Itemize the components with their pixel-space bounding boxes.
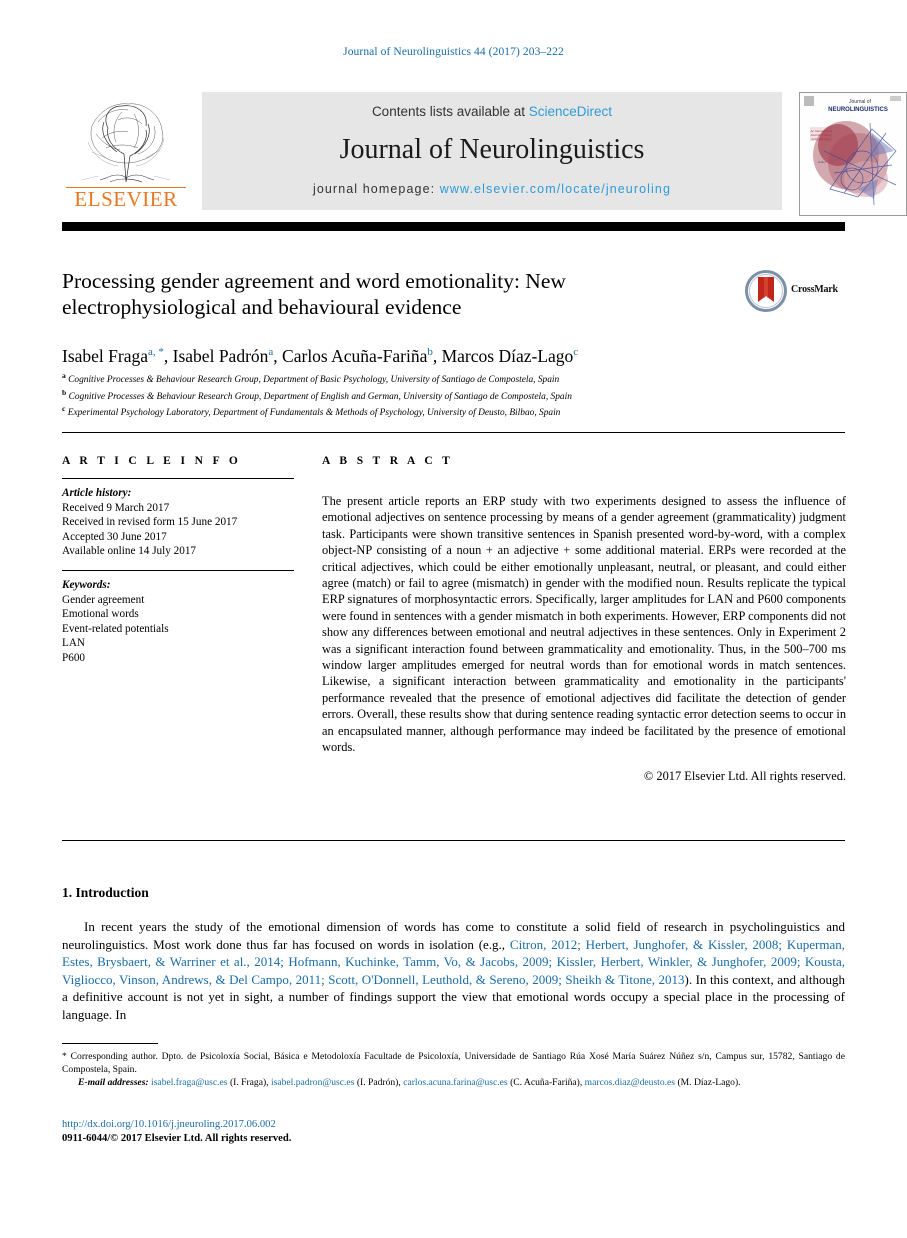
doi-link[interactable]: http://dx.doi.org/10.1016/j.jneuroling.2… [62, 1118, 662, 1132]
journal-cover-thumbnail: Journal of NEUROLINGUISTICS An Internati… [799, 92, 907, 216]
keywords-label: Keywords: [62, 578, 111, 591]
introduction-heading: 1. Introduction [62, 885, 149, 900]
abstract-bottom-rule [62, 840, 845, 841]
email-link[interactable]: marcos.diaz@deusto.es [585, 1077, 675, 1088]
abstract-text: The present article reports an ERP study… [322, 494, 847, 755]
elsevier-tree-icon [62, 92, 190, 188]
history-item: Received 9 March 2017 [62, 501, 170, 514]
author-name: Isabel Padrón [172, 345, 269, 366]
affiliation-item: c Experimental Psychology Laboratory, De… [62, 403, 852, 420]
info-top-rule [62, 432, 845, 433]
elsevier-logo: ELSEVIER [62, 92, 190, 214]
page-title: Processing gender agreement and word emo… [62, 269, 566, 319]
email-link[interactable]: carlos.acuna.farina@usc.es [403, 1077, 507, 1088]
journal-title: Journal of Neurolinguistics [339, 134, 645, 165]
svg-text:Editor: Editor [818, 160, 826, 164]
history-item: Available online 14 July 2017 [62, 545, 197, 558]
introduction-paragraph: In recent years the study of the emotion… [62, 918, 845, 1024]
sciencedirect-link[interactable]: ScienceDirect [529, 104, 612, 119]
footnote-block: * Corresponding author. Dpto. de Psicolo… [62, 1050, 845, 1089]
journal-homepage-line: journal homepage: www.elsevier.com/locat… [202, 182, 782, 196]
svg-text:and Language: and Language [811, 137, 831, 141]
author-name: Marcos Díaz-Lago [441, 345, 574, 366]
crossmark-icon [745, 270, 787, 312]
journal-homepage-link[interactable]: www.elsevier.com/locate/jneuroling [440, 182, 671, 196]
email-person: (M. Díaz-Lago). [677, 1077, 741, 1088]
masthead-divider [62, 222, 845, 231]
history-item: Received in revised form 15 June 2017 [62, 516, 238, 529]
keyword-item: LAN [62, 637, 85, 650]
author-name: Isabel Fraga [62, 345, 149, 366]
email-addresses-note: E-mail addresses: isabel.fraga@usc.es (I… [62, 1076, 845, 1089]
abstract-section: A B S T R A C T The present article repo… [322, 455, 846, 784]
author-affiliation-mark: a [268, 346, 274, 358]
svg-text:Journal of: Journal of [849, 99, 872, 105]
author-affiliation-mark: a, * [148, 346, 164, 358]
introduction-section: 1. Introduction In recent years the stud… [62, 885, 845, 1024]
email-person: (I. Padrón), [356, 1077, 401, 1088]
article-info-heading: A R T I C L E I N F O [62, 455, 242, 467]
svg-text:NEUROLINGUISTICS: NEUROLINGUISTICS [828, 107, 888, 113]
running-head: Journal of Neurolinguistics 44 (2017) 20… [343, 46, 564, 58]
author-item: Marcos Díaz-Lagoc [442, 346, 579, 366]
author-affiliation-mark: c [573, 346, 579, 358]
contents-prefix: Contents lists available at [371, 104, 529, 119]
affiliation-list: a Cognitive Processes & Behaviour Resear… [62, 370, 852, 420]
footer-block: http://dx.doi.org/10.1016/j.jneuroling.2… [62, 1118, 662, 1146]
contents-available-line: Contents lists available at ScienceDirec… [202, 104, 782, 119]
keyword-item: Emotional words [62, 608, 139, 621]
homepage-prefix: journal homepage: [312, 182, 440, 196]
affiliation-mark: c [62, 404, 66, 414]
affiliation-text: Experimental Psychology Laboratory, Depa… [67, 408, 561, 419]
title-block: Processing gender agreement and word emo… [62, 268, 845, 320]
author-name: Carlos Acuña-Fariña [282, 345, 428, 366]
affiliation-mark: b [62, 387, 67, 397]
author-item: Isabel Fragaa, * [62, 346, 164, 366]
elsevier-wordmark: ELSEVIER [74, 187, 178, 211]
email-person: (C. Acuña-Fariña), [510, 1077, 583, 1088]
email-link[interactable]: isabel.padron@usc.es [271, 1077, 354, 1088]
affiliation-item: a Cognitive Processes & Behaviour Resear… [62, 370, 852, 387]
affiliation-text: Cognitive Processes & Behaviour Research… [68, 391, 572, 402]
author-list: Isabel Fragaa, *, Isabel Padróna, Carlos… [62, 345, 579, 366]
footnote-rule [62, 1043, 158, 1044]
article-info-rule [62, 478, 294, 479]
journal-article-page: Journal of Neurolinguistics 44 (2017) 20… [0, 0, 907, 1238]
email-person: (I. Fraga), [229, 1077, 269, 1088]
email-link[interactable]: isabel.fraga@usc.es [151, 1077, 228, 1088]
crossmark-label: CrossMark [791, 284, 838, 295]
author-item: Carlos Acuña-Fariñab [282, 346, 433, 366]
history-item: Accepted 30 June 2017 [62, 530, 167, 543]
affiliation-item: b Cognitive Processes & Behaviour Resear… [62, 387, 852, 404]
issn-copyright: 0911-6044/© 2017 Elsevier Ltd. All right… [62, 1133, 292, 1144]
email-label: E-mail addresses: [78, 1077, 149, 1088]
keyword-item: Gender agreement [62, 593, 145, 606]
keyword-item: P600 [62, 651, 86, 664]
corresponding-author-note: * Corresponding author. Dpto. de Psicolo… [62, 1051, 845, 1075]
article-history-label: Article history: [62, 487, 132, 499]
keywords-rule [62, 569, 294, 571]
author-affiliation-mark: b [427, 346, 433, 358]
contents-box: Contents lists available at ScienceDirec… [202, 92, 782, 210]
keyword-item: Event-related potentials [62, 622, 169, 635]
affiliation-mark: a [62, 371, 66, 380]
article-history: Article history: Received 9 March 2017 R… [62, 486, 294, 559]
journal-masthead: ELSEVIER Contents lists available at Sci… [62, 92, 907, 216]
abstract-copyright: © 2017 Elsevier Ltd. All rights reserved… [643, 768, 846, 783]
crossmark-badge[interactable]: CrossMark [745, 270, 845, 314]
affiliation-text: Cognitive Processes & Behaviour Research… [68, 375, 560, 386]
author-item: Isabel Padróna [173, 346, 274, 366]
abstract-heading: A B S T R A C T [322, 455, 454, 467]
keywords-block: Keywords: Gender agreement Emotional wor… [62, 578, 294, 666]
article-info-section: A R T I C L E I N F O Article history: R… [62, 455, 294, 666]
